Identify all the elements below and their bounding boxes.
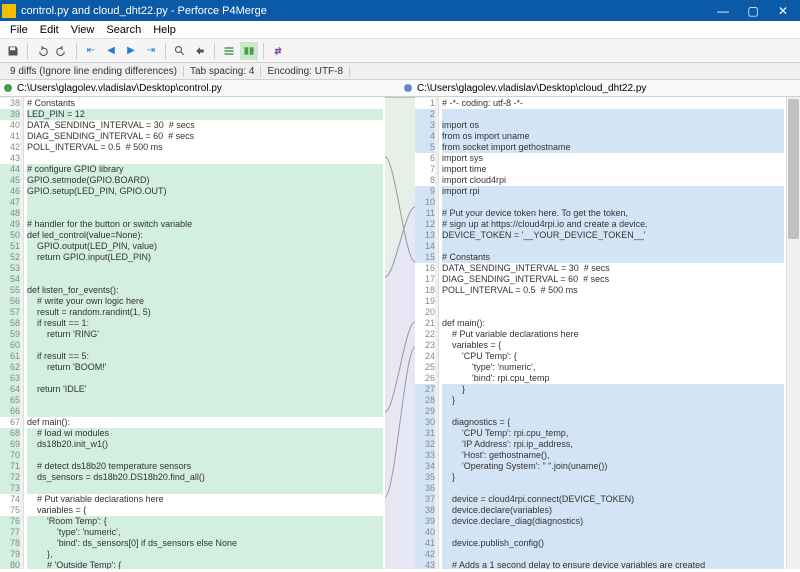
- minimize-button[interactable]: —: [708, 0, 738, 21]
- app-icon: [2, 4, 16, 18]
- menu-bar: File Edit View Search Help: [0, 21, 800, 39]
- ribbon-svg: [385, 97, 415, 569]
- diff-area: 3839404142434445464748495051525354555657…: [0, 97, 800, 569]
- left-file-path: C:\Users\glagolev.vladislav\Desktop\cont…: [0, 80, 400, 97]
- save-icon[interactable]: [4, 42, 22, 60]
- left-gutter: 3839404142434445464748495051525354555657…: [0, 97, 24, 569]
- goto-icon[interactable]: [191, 42, 209, 60]
- maximize-button[interactable]: ▢: [738, 0, 768, 21]
- window-title: control.py and cloud_dht22.py - Perforce…: [21, 5, 708, 17]
- find-icon[interactable]: [171, 42, 189, 60]
- next-diff-icon[interactable]: ▶: [122, 42, 140, 60]
- title-bar: control.py and cloud_dht22.py - Perforce…: [0, 0, 800, 21]
- prev-diff-icon[interactable]: ◀: [102, 42, 120, 60]
- menu-file[interactable]: File: [4, 22, 34, 38]
- vertical-scrollbar[interactable]: [786, 97, 800, 569]
- separator: [165, 43, 166, 59]
- undo-icon[interactable]: [33, 42, 51, 60]
- status-diffs: 9 diffs (Ignore line ending differences): [4, 66, 184, 77]
- last-diff-icon[interactable]: ⇥: [142, 42, 160, 60]
- scrollbar-thumb[interactable]: [788, 99, 799, 239]
- status-bar: 9 diffs (Ignore line ending differences)…: [0, 63, 800, 80]
- separator: [27, 43, 28, 59]
- left-pane[interactable]: 3839404142434445464748495051525354555657…: [0, 97, 385, 569]
- status-encoding: Encoding: UTF-8: [261, 66, 350, 77]
- separator: [214, 43, 215, 59]
- left-file-label: C:\Users\glagolev.vladislav\Desktop\cont…: [17, 83, 222, 94]
- menu-help[interactable]: Help: [147, 22, 182, 38]
- diff-ribbon: [385, 97, 415, 569]
- left-dot-icon: [4, 84, 12, 92]
- status-tabs: Tab spacing: 4: [184, 66, 262, 77]
- menu-view[interactable]: View: [65, 22, 101, 38]
- swap-icon[interactable]: [269, 42, 287, 60]
- close-button[interactable]: ✕: [768, 0, 798, 21]
- separator: [76, 43, 77, 59]
- list-view-icon[interactable]: [220, 42, 238, 60]
- right-pane[interactable]: 1234567891011121314151617181920212223242…: [415, 97, 800, 569]
- toolbar: ⇤ ◀ ▶ ⇥: [0, 39, 800, 63]
- first-diff-icon[interactable]: ⇤: [82, 42, 100, 60]
- inline-view-icon[interactable]: [240, 42, 258, 60]
- separator: [263, 43, 264, 59]
- right-dot-icon: [404, 84, 412, 92]
- right-file-path: C:\Users\glagolev.vladislav\Desktop\clou…: [400, 80, 800, 97]
- menu-edit[interactable]: Edit: [34, 22, 65, 38]
- redo-icon[interactable]: [53, 42, 71, 60]
- file-paths: C:\Users\glagolev.vladislav\Desktop\cont…: [0, 80, 800, 97]
- left-code[interactable]: # ConstantsLED_PIN = 12DATA_SENDING_INTE…: [24, 97, 385, 569]
- right-file-label: C:\Users\glagolev.vladislav\Desktop\clou…: [417, 83, 646, 94]
- right-gutter: 1234567891011121314151617181920212223242…: [415, 97, 439, 569]
- right-code[interactable]: # -*- coding: utf-8 -*-import osfrom os …: [439, 97, 786, 569]
- menu-search[interactable]: Search: [100, 22, 147, 38]
